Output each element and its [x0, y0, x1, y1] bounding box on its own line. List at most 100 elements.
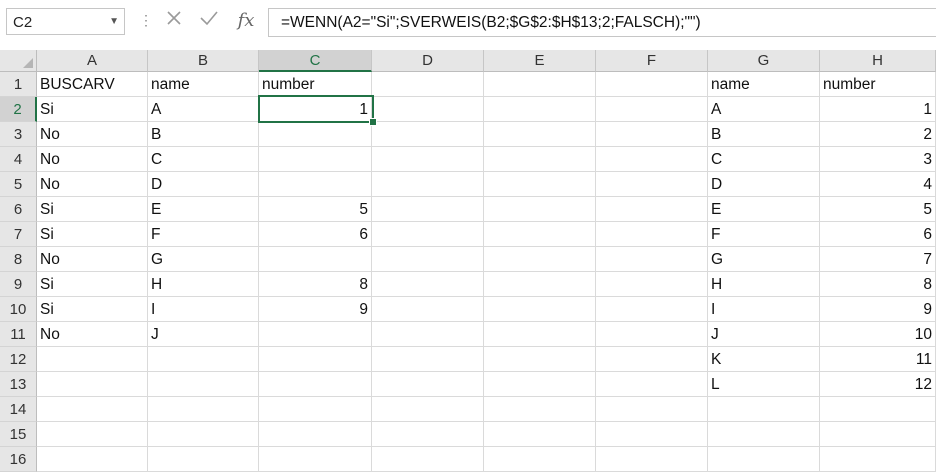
row-header-5[interactable]: 5 [0, 172, 37, 197]
cell-a13[interactable] [37, 372, 148, 397]
cell-a4[interactable]: No [37, 147, 148, 172]
cell-g3[interactable]: B [708, 122, 820, 147]
cell-e13[interactable] [484, 372, 596, 397]
row-header-3[interactable]: 3 [0, 122, 37, 147]
cell-a9[interactable]: Si [37, 272, 148, 297]
cell-g4[interactable]: C [708, 147, 820, 172]
cell-a6[interactable]: Si [37, 197, 148, 222]
name-box[interactable]: C2 ▼ [6, 8, 125, 35]
cell-b1[interactable]: name [148, 72, 259, 97]
cell-e10[interactable] [484, 297, 596, 322]
cell-d11[interactable] [372, 322, 484, 347]
row-header-10[interactable]: 10 [0, 297, 37, 322]
cell-d9[interactable] [372, 272, 484, 297]
cell-e9[interactable] [484, 272, 596, 297]
cell-f1[interactable] [596, 72, 708, 97]
cell-a11[interactable]: No [37, 322, 148, 347]
cell-d6[interactable] [372, 197, 484, 222]
cell-h1[interactable]: number [820, 72, 936, 97]
cell-f2[interactable] [596, 97, 708, 122]
cell-g5[interactable]: D [708, 172, 820, 197]
cell-c10[interactable]: 9 [259, 297, 372, 322]
cell-b7[interactable]: F [148, 222, 259, 247]
cell-f13[interactable] [596, 372, 708, 397]
cell-c11[interactable] [259, 322, 372, 347]
row-header-12[interactable]: 12 [0, 347, 37, 372]
cell-f6[interactable] [596, 197, 708, 222]
cell-f5[interactable] [596, 172, 708, 197]
cell-a16[interactable] [37, 447, 148, 472]
row-header-15[interactable]: 15 [0, 422, 37, 447]
cell-a3[interactable]: No [37, 122, 148, 147]
cell-h6[interactable]: 5 [820, 197, 936, 222]
cell-d7[interactable] [372, 222, 484, 247]
cell-b2[interactable]: A [148, 97, 259, 122]
cell-c2[interactable]: 1 [259, 97, 372, 122]
cell-b5[interactable]: D [148, 172, 259, 197]
cell-f9[interactable] [596, 272, 708, 297]
row-header-2[interactable]: 2 [0, 97, 37, 122]
cell-c8[interactable] [259, 247, 372, 272]
cell-g7[interactable]: F [708, 222, 820, 247]
row-header-16[interactable]: 16 [0, 447, 37, 472]
cell-d3[interactable] [372, 122, 484, 147]
row-header-4[interactable]: 4 [0, 147, 37, 172]
cell-d15[interactable] [372, 422, 484, 447]
cell-c9[interactable]: 8 [259, 272, 372, 297]
cell-f14[interactable] [596, 397, 708, 422]
select-all-button[interactable] [0, 50, 37, 72]
cell-b14[interactable] [148, 397, 259, 422]
cell-b4[interactable]: C [148, 147, 259, 172]
cell-g8[interactable]: G [708, 247, 820, 272]
cell-e1[interactable] [484, 72, 596, 97]
cell-h8[interactable]: 7 [820, 247, 936, 272]
cell-b12[interactable] [148, 347, 259, 372]
cell-b3[interactable]: B [148, 122, 259, 147]
cell-g6[interactable]: E [708, 197, 820, 222]
cell-h9[interactable]: 8 [820, 272, 936, 297]
cell-a14[interactable] [37, 397, 148, 422]
cell-h14[interactable] [820, 397, 936, 422]
cell-e4[interactable] [484, 147, 596, 172]
cell-d4[interactable] [372, 147, 484, 172]
cell-h12[interactable]: 11 [820, 347, 936, 372]
cell-c4[interactable] [259, 147, 372, 172]
row-header-13[interactable]: 13 [0, 372, 37, 397]
cell-f3[interactable] [596, 122, 708, 147]
cell-e11[interactable] [484, 322, 596, 347]
fx-icon[interactable]: fx [234, 9, 258, 33]
cell-a2[interactable]: Si [37, 97, 148, 122]
cell-b13[interactable] [148, 372, 259, 397]
cell-a7[interactable]: Si [37, 222, 148, 247]
column-header-h[interactable]: H [820, 50, 936, 72]
cell-g2[interactable]: A [708, 97, 820, 122]
cell-f4[interactable] [596, 147, 708, 172]
cell-b9[interactable]: H [148, 272, 259, 297]
cell-b10[interactable]: I [148, 297, 259, 322]
cell-c6[interactable]: 5 [259, 197, 372, 222]
cell-a10[interactable]: Si [37, 297, 148, 322]
cell-h16[interactable] [820, 447, 936, 472]
cell-d5[interactable] [372, 172, 484, 197]
cell-a12[interactable] [37, 347, 148, 372]
cell-g1[interactable]: name [708, 72, 820, 97]
column-header-c[interactable]: C [259, 50, 372, 72]
column-header-f[interactable]: F [596, 50, 708, 72]
cell-h11[interactable]: 10 [820, 322, 936, 347]
cell-g13[interactable]: L [708, 372, 820, 397]
cell-g11[interactable]: J [708, 322, 820, 347]
cell-f8[interactable] [596, 247, 708, 272]
cell-c5[interactable] [259, 172, 372, 197]
cell-g10[interactable]: I [708, 297, 820, 322]
cell-c15[interactable] [259, 422, 372, 447]
cell-d2[interactable] [372, 97, 484, 122]
cell-h2[interactable]: 1 [820, 97, 936, 122]
cell-e8[interactable] [484, 247, 596, 272]
cell-e6[interactable] [484, 197, 596, 222]
row-header-11[interactable]: 11 [0, 322, 37, 347]
row-header-7[interactable]: 7 [0, 222, 37, 247]
cell-c13[interactable] [259, 372, 372, 397]
chevron-down-icon[interactable]: ▼ [109, 16, 119, 27]
cell-e3[interactable] [484, 122, 596, 147]
cell-c14[interactable] [259, 397, 372, 422]
